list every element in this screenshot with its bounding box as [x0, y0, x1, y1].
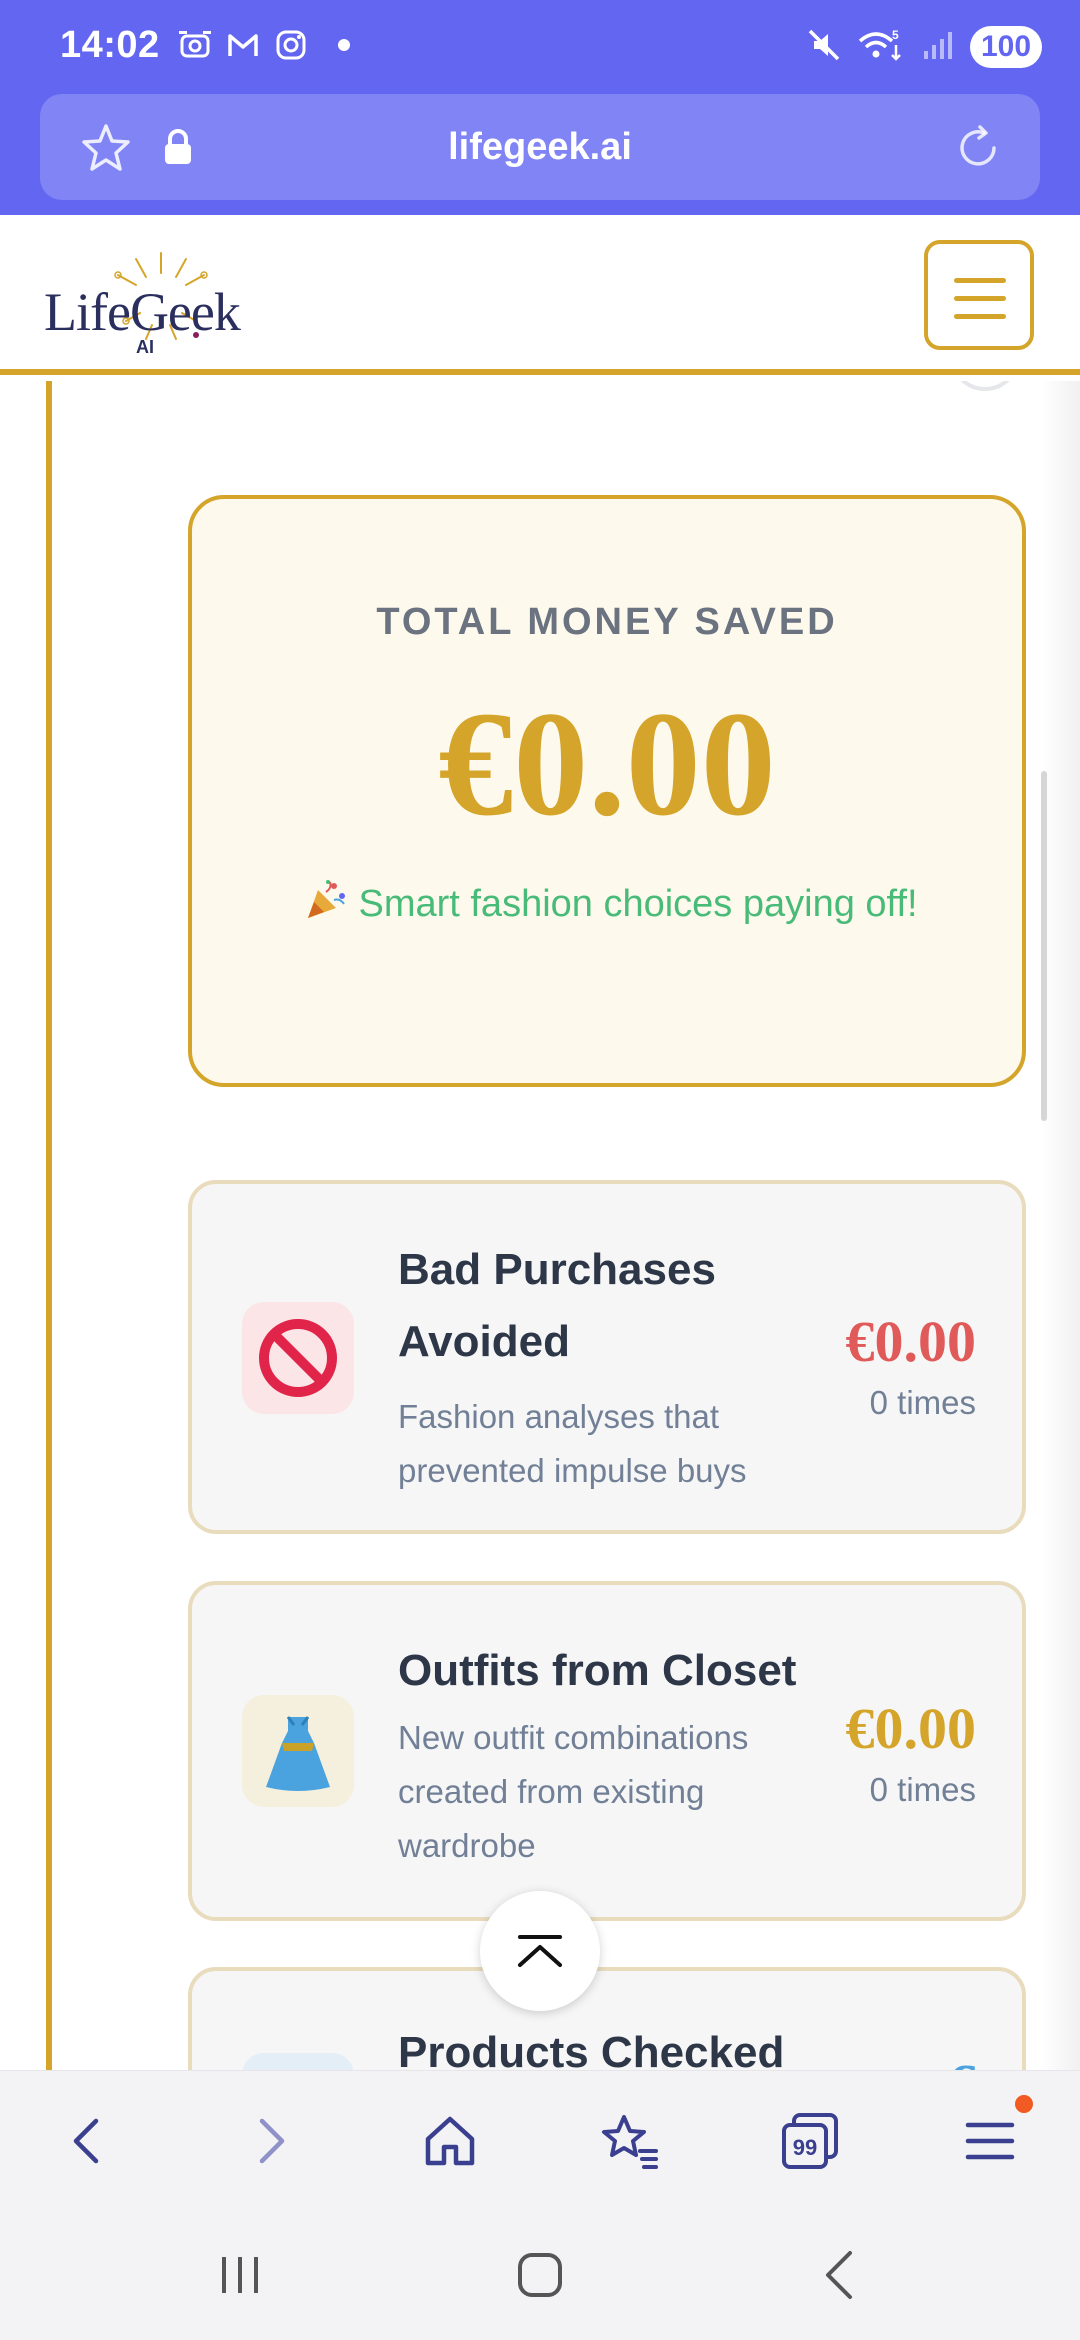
status-bar: 14:02 5 100	[0, 0, 1080, 96]
savings-message-text: Smart fashion choices paying off!	[358, 883, 918, 925]
menu-notification-dot	[1015, 2095, 1033, 2113]
notification-icons	[178, 28, 350, 62]
left-accent-rail	[46, 381, 52, 2070]
browser-menu-button[interactable]	[952, 2103, 1028, 2179]
logo-text: LifeGeek	[44, 282, 241, 342]
star-list-icon	[602, 2115, 658, 2169]
recent-apps-button[interactable]	[200, 2240, 280, 2310]
stat-amount: €0.00	[845, 1696, 977, 1761]
stat-card-products-checked: Products Checked €	[188, 1967, 1026, 2070]
bookmarks-button[interactable]	[592, 2103, 668, 2179]
stat-amount: €0.00	[845, 1309, 977, 1374]
wifi-5g-icon: 5	[858, 27, 906, 68]
scrollbar-thumb[interactable]	[1041, 771, 1047, 1121]
back-system-button[interactable]	[800, 2240, 880, 2310]
logo-sub: AI	[136, 337, 154, 357]
mute-icon	[806, 27, 842, 68]
battery-indicator: 100	[970, 26, 1042, 68]
signal-icon	[922, 29, 954, 66]
instagram-icon	[274, 28, 308, 62]
reload-icon[interactable]	[950, 120, 1006, 176]
total-savings-card: TOTAL MONEY SAVED €0.00 Smart fashion ch…	[188, 495, 1026, 1087]
scroll-to-top-button[interactable]	[480, 1891, 600, 2011]
stat-card-bad-purchases: Bad Purchases Avoided Fashion analyses t…	[188, 1180, 1026, 1534]
menu-icon	[965, 2122, 1015, 2160]
stat-title: Products Checked	[398, 2028, 785, 2070]
section-circle-peek	[950, 381, 1020, 391]
stat-card-outfits-closet: Outfits from Closet New outfit combinati…	[188, 1581, 1026, 1921]
home-system-button[interactable]	[500, 2240, 580, 2310]
gmail-icon	[226, 28, 260, 62]
dot-icon	[338, 39, 350, 51]
stat-description: New outfit combinations created from exi…	[398, 1719, 749, 1864]
url-bar[interactable]: lifegeek.ai	[40, 94, 1040, 200]
url-text[interactable]: lifegeek.ai	[40, 94, 1040, 200]
back-button[interactable]	[50, 2103, 126, 2179]
stat-description: Fashion analyses that prevented impulse …	[398, 1398, 747, 1489]
hamburger-menu-button[interactable]	[924, 240, 1034, 350]
stat-amount: €	[947, 2051, 976, 2070]
svg-text:99: 99	[793, 2135, 817, 2160]
party-popper-icon	[308, 880, 346, 918]
screenshot-icon	[178, 28, 212, 62]
browser-toolbar: 99	[0, 2070, 1080, 2210]
browser-top-bar: 14:02 5 100 lifegeek.ai	[0, 0, 1080, 215]
lifegeek-logo[interactable]: LifeGeek AI	[44, 243, 264, 357]
chevron-up-icon	[518, 1935, 562, 1967]
stat-times: 0 times	[869, 1384, 976, 1421]
prohibited-icon	[242, 1302, 354, 1414]
savings-message: Smart fashion choices paying off!	[292, 873, 930, 935]
forward-button[interactable]	[232, 2103, 308, 2179]
home-button[interactable]	[412, 2103, 488, 2179]
product-icon	[242, 2053, 354, 2070]
recent-apps-icon	[222, 2257, 258, 2293]
chevron-right-icon	[259, 2118, 285, 2164]
dress-icon	[242, 1695, 354, 1807]
stat-title: Bad Purchases Avoided	[398, 1245, 716, 1366]
site-header: LifeGeek AI	[0, 215, 1080, 375]
svg-text:5: 5	[892, 28, 899, 42]
stat-times: 0 times	[869, 1771, 976, 1808]
status-time: 14:02	[60, 24, 160, 66]
system-nav-bar	[0, 2210, 1080, 2340]
savings-value: €0.00	[438, 681, 776, 847]
back-arrow-icon	[826, 2251, 852, 2299]
system-icons: 5 100	[806, 26, 1042, 68]
home-icon	[425, 2116, 475, 2166]
chevron-left-icon	[73, 2118, 99, 2164]
main-content: TOTAL MONEY SAVED €0.00 Smart fashion ch…	[0, 381, 1080, 2070]
tabs-button[interactable]: 99	[772, 2103, 848, 2179]
tabs-icon: 99	[782, 2113, 838, 2169]
savings-label: TOTAL MONEY SAVED	[376, 601, 838, 643]
page-edge-shade	[1040, 381, 1080, 2070]
stat-title: Outfits from Closet	[398, 1646, 797, 1695]
home-square-icon	[518, 2253, 562, 2297]
